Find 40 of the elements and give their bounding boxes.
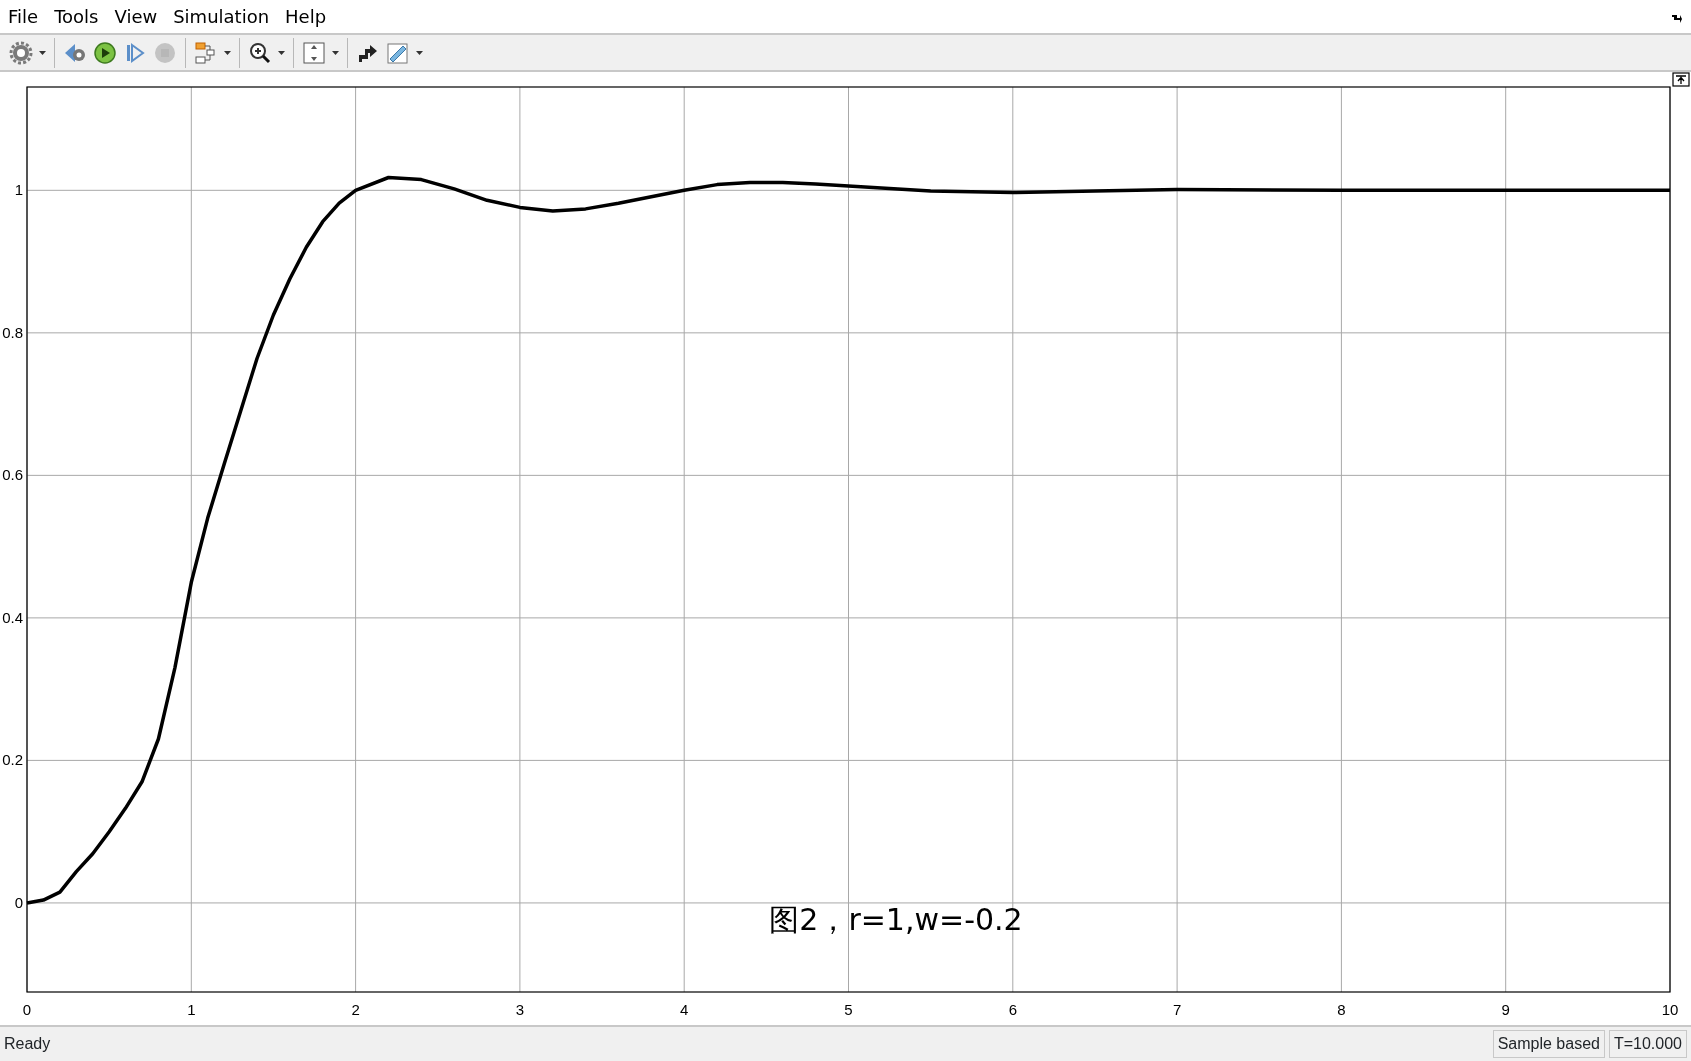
play-icon xyxy=(93,40,117,65)
menu-item[interactable]: File xyxy=(8,0,39,33)
x-tick-label: 1 xyxy=(187,1001,196,1018)
x-tick-label: 6 xyxy=(1008,1001,1017,1018)
y-tick-label: 0.8 xyxy=(2,323,23,341)
status-mode-field: Sample based xyxy=(1492,1030,1605,1058)
x-tick-label: 3 xyxy=(515,1001,525,1018)
fit-to-view-icon xyxy=(302,40,326,65)
y-tick-label: 1 xyxy=(14,181,23,199)
x-tick-label: 5 xyxy=(844,1001,853,1018)
plot-annotation: 图2，r=1,w=-0.2 xyxy=(769,902,1023,937)
status-time-field: T=10.000 xyxy=(1608,1030,1687,1058)
x-tick-label: 0 xyxy=(22,1001,32,1018)
x-tick-label: 2 xyxy=(351,1001,360,1018)
x-tick-label: 4 xyxy=(680,1001,689,1018)
menu-item[interactable]: Help xyxy=(285,0,327,33)
gear-icon xyxy=(9,40,33,65)
x-tick-label: 8 xyxy=(1337,1001,1346,1018)
y-tick-label: 0.6 xyxy=(2,466,23,484)
y-tick-label: 0.2 xyxy=(2,751,23,769)
restore-button[interactable] xyxy=(1672,72,1690,87)
y-tick-label: 0 xyxy=(14,893,23,911)
menu-item[interactable]: Tools xyxy=(54,0,99,33)
zoom-icon xyxy=(248,40,272,65)
stop-icon xyxy=(153,40,177,65)
y-tick-label: 0.4 xyxy=(2,608,23,626)
menu-item[interactable]: Simulation xyxy=(173,0,270,33)
caret-icon xyxy=(416,50,423,55)
x-tick-label: 7 xyxy=(1172,1001,1182,1018)
caret-icon xyxy=(39,50,46,55)
x-tick-label: 9 xyxy=(1501,1001,1510,1018)
x-tick-label: 10 xyxy=(1661,1001,1679,1018)
block-diagram-icon xyxy=(194,40,218,65)
undock-arrow-icon[interactable] xyxy=(1671,12,1683,24)
menu-item[interactable]: View xyxy=(114,0,158,33)
caret-icon xyxy=(278,50,285,55)
status-message: Ready xyxy=(3,1034,51,1054)
ruler-icon xyxy=(386,40,410,65)
caret-icon xyxy=(224,50,231,55)
caret-icon xyxy=(332,50,339,55)
